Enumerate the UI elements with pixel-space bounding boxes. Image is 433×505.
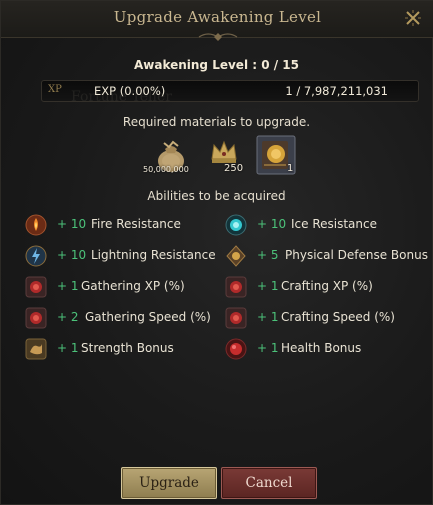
ability-name: Gathering XP (%) xyxy=(81,279,185,293)
material-count: 250 xyxy=(224,163,244,174)
material-money[interactable]: 50,000,000 xyxy=(143,135,193,175)
close-icon[interactable] xyxy=(402,7,424,29)
ability-name: Ice Resistance xyxy=(291,217,377,231)
upgrade-button[interactable]: Upgrade xyxy=(121,467,217,499)
material-count: 50,000,000 xyxy=(143,165,189,174)
material-crown[interactable]: 250 xyxy=(207,135,249,175)
material-count: 1 xyxy=(287,163,294,174)
health-bonus-icon xyxy=(225,338,247,360)
ability-amount: + 5 xyxy=(257,248,279,262)
physical-defense-icon xyxy=(226,245,246,267)
ability-amount: + 1 xyxy=(257,310,279,324)
ability-gathering-xp: + 1 Gathering XP (%) xyxy=(25,276,235,300)
material-book[interactable]: 1 xyxy=(256,135,296,175)
fire-resistance-icon xyxy=(25,214,47,236)
ability-name: Lightning Resistance xyxy=(91,248,216,262)
xp-value: 1 / 7,987,211,031 xyxy=(285,84,388,98)
upgrade-awakening-dialog: Upgrade Awakening Level Awakening Level … xyxy=(0,0,433,505)
ability-strength-bonus: + 1 Strength Bonus xyxy=(25,338,235,362)
ability-name: Gathering Speed (%) xyxy=(85,310,211,324)
ability-physical-defense: + 5 Physical Defense Bonus xyxy=(225,245,433,269)
ability-amount: + 10 xyxy=(57,217,87,231)
ability-amount: + 10 xyxy=(57,248,87,262)
ability-amount: + 1 xyxy=(57,341,79,355)
ability-crafting-speed: + 1 Crafting Speed (%) xyxy=(225,307,433,331)
ability-fire-resistance: + 10 Fire Resistance xyxy=(25,214,235,238)
title-ornament-icon xyxy=(198,33,238,41)
ability-amount: + 1 xyxy=(257,279,279,293)
gathering-speed-icon xyxy=(25,307,47,329)
lightning-resistance-icon xyxy=(25,245,47,267)
ability-name: Crafting XP (%) xyxy=(281,279,373,293)
gathering-xp-icon xyxy=(25,276,47,298)
abilities-label: Abilities to be acquired xyxy=(147,189,286,203)
crafting-xp-icon xyxy=(225,276,247,298)
ability-crafting-xp: + 1 Crafting XP (%) xyxy=(225,276,433,300)
faded-background-text: Fortune Teller xyxy=(71,89,172,105)
ability-amount: + 1 xyxy=(257,341,279,355)
ability-health-bonus: + 1 Health Bonus xyxy=(225,338,433,362)
ability-name: Crafting Speed (%) xyxy=(281,310,395,324)
ability-name: Strength Bonus xyxy=(81,341,174,355)
ability-gathering-speed: + 2 Gathering Speed (%) xyxy=(25,307,235,331)
ability-name: Physical Defense Bonus xyxy=(285,248,428,262)
ability-ice-resistance: + 10 Ice Resistance xyxy=(225,214,433,238)
ice-resistance-icon xyxy=(225,214,247,236)
ability-name: Fire Resistance xyxy=(91,217,181,231)
ability-amount: + 10 xyxy=(257,217,287,231)
ability-amount: + 1 xyxy=(57,279,79,293)
ability-amount: + 2 xyxy=(57,310,79,324)
strength-bonus-icon xyxy=(25,338,47,360)
dialog-title: Upgrade Awakening Level xyxy=(113,8,322,26)
ability-name: Health Bonus xyxy=(281,341,362,355)
xp-tag: XP xyxy=(48,84,62,95)
ability-lightning-resistance: + 10 Lightning Resistance xyxy=(25,245,235,269)
required-materials-label: Required materials to upgrade. xyxy=(122,115,311,129)
cancel-button[interactable]: Cancel xyxy=(221,467,317,499)
awakening-level-text: Awakening Level : 0 / 15 xyxy=(133,58,300,72)
crafting-speed-icon xyxy=(225,307,247,329)
